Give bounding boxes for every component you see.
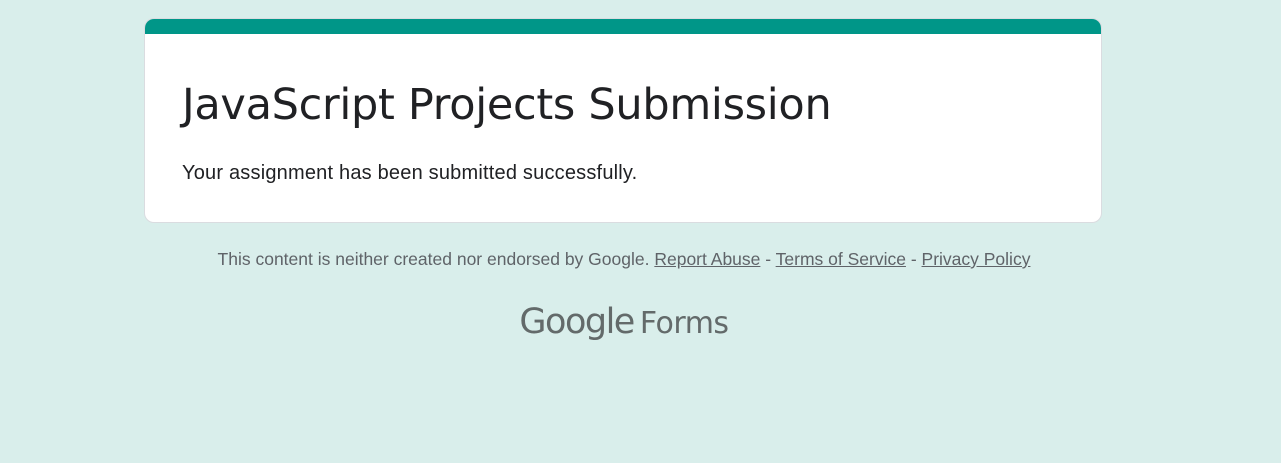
- privacy-policy-link[interactable]: Privacy Policy: [922, 249, 1031, 269]
- google-forms-logo[interactable]: Google Forms: [0, 300, 1248, 346]
- report-abuse-link[interactable]: Report Abuse: [654, 249, 760, 269]
- terms-of-service-link[interactable]: Terms of Service: [776, 249, 906, 269]
- confirmation-message: Your assignment has been submitted succe…: [182, 162, 638, 184]
- confirmation-card: JavaScript Projects Submission Your assi…: [144, 18, 1102, 223]
- forms-wordmark: Forms: [639, 306, 729, 341]
- card-accent-bar: [145, 19, 1101, 34]
- footer-disclaimer: This content is neither created nor endo…: [0, 248, 1248, 270]
- disclaimer-text: This content is neither created nor endo…: [217, 249, 650, 269]
- footer-separator: -: [765, 249, 772, 269]
- footer-separator: -: [910, 249, 917, 269]
- form-title: JavaScript Projects Submission: [182, 80, 832, 130]
- google-wordmark: Google: [519, 302, 635, 342]
